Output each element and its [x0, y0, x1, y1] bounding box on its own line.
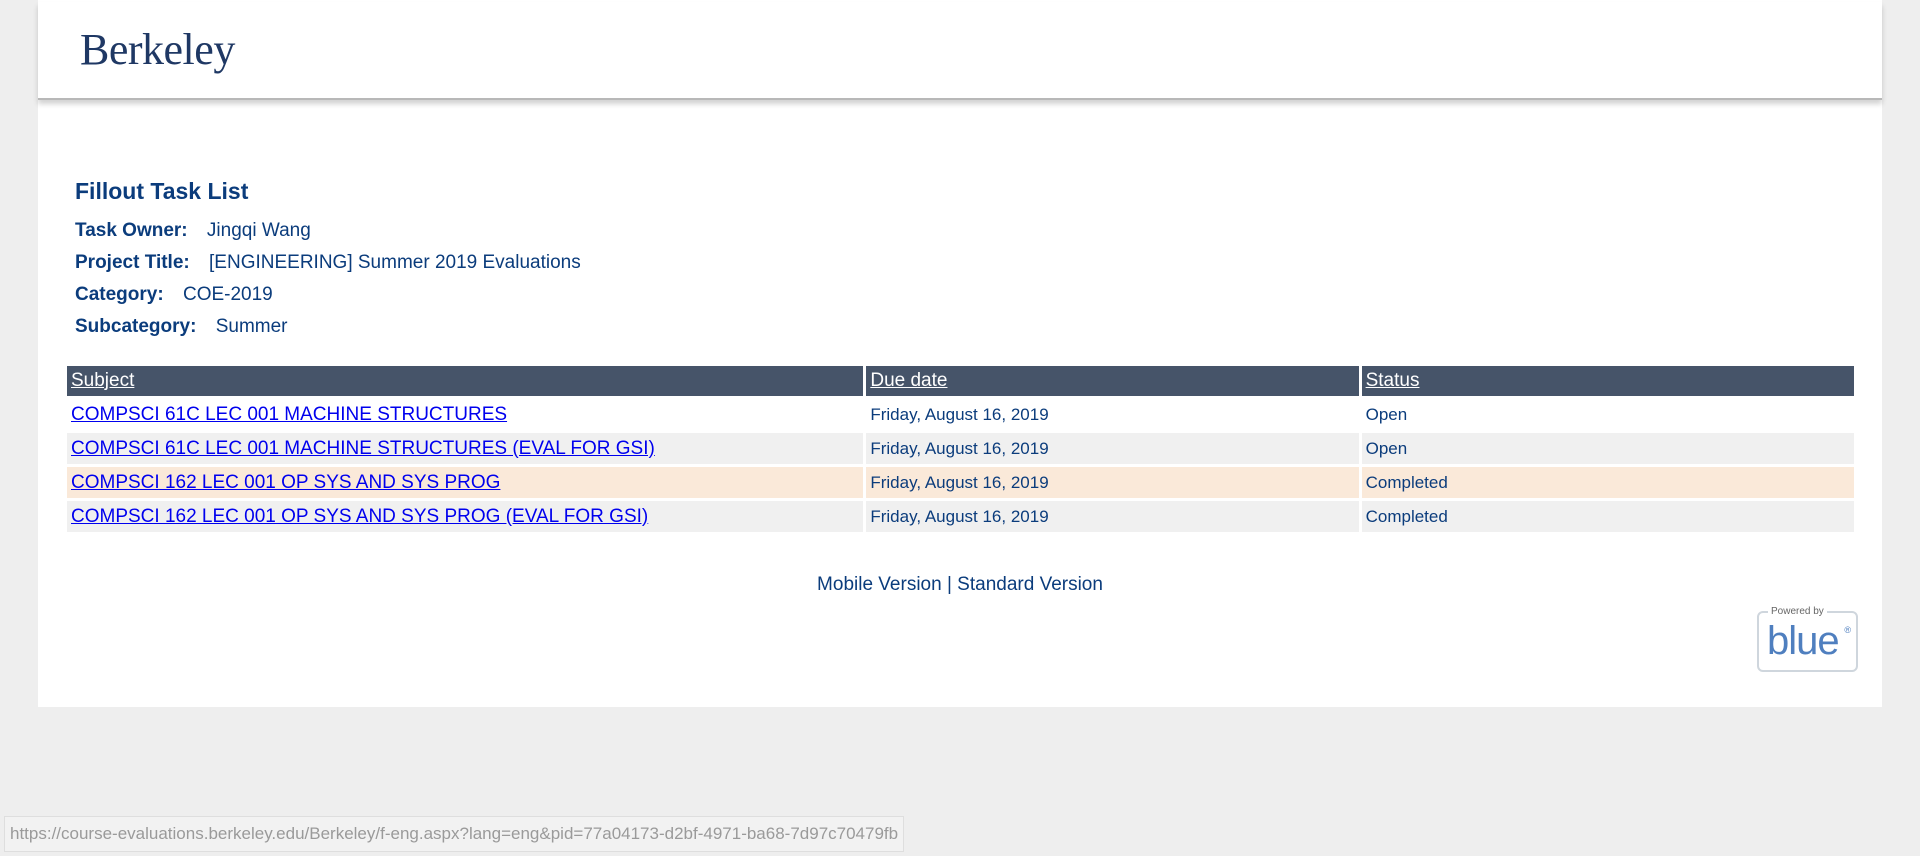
- category-row: Category: COE-2019: [75, 279, 581, 311]
- version-separator: |: [946, 574, 952, 595]
- task-owner-label: Task Owner:: [75, 220, 188, 241]
- due-date-cell: Friday, August 16, 2019: [866, 399, 1359, 430]
- mobile-version-link[interactable]: Mobile Version: [817, 574, 942, 595]
- status-cell: Open: [1361, 399, 1854, 430]
- version-links: Mobile Version | Standard Version: [38, 574, 1882, 596]
- berkeley-logo[interactable]: Berkeley: [80, 24, 235, 75]
- site-header: Berkeley: [38, 2, 1882, 100]
- due-date-cell: Friday, August 16, 2019: [866, 467, 1359, 498]
- subcategory-value: Summer: [215, 316, 288, 337]
- subject-cell: COMPSCI 61C LEC 001 MACHINE STRUCTURES: [67, 399, 864, 430]
- column-header-subject[interactable]: Subject: [67, 366, 864, 396]
- category-value: COE-2019: [182, 284, 273, 305]
- project-title-row: Project Title: [ENGINEERING] Summer 2019…: [75, 247, 581, 279]
- subject-link[interactable]: COMPSCI 162 LEC 001 OP SYS AND SYS PROG …: [71, 506, 648, 527]
- status-cell: Open: [1361, 433, 1854, 464]
- project-title-label: Project Title:: [75, 252, 190, 273]
- powered-by-label: Powered by: [1768, 606, 1827, 617]
- subcategory-label: Subcategory:: [75, 316, 197, 337]
- table-row: COMPSCI 162 LEC 001 OP SYS AND SYS PROG …: [67, 501, 1854, 532]
- subject-cell: COMPSCI 162 LEC 001 OP SYS AND SYS PROG: [67, 467, 864, 498]
- project-title-value: [ENGINEERING] Summer 2019 Evaluations: [209, 252, 581, 273]
- standard-version-link[interactable]: Standard Version: [957, 574, 1103, 595]
- blue-brand-text: blue: [1767, 619, 1840, 663]
- subcategory-row: Subcategory: Summer: [75, 311, 581, 343]
- subject-link[interactable]: COMPSCI 61C LEC 001 MACHINE STRUCTURES: [71, 404, 507, 425]
- subject-cell: COMPSCI 162 LEC 001 OP SYS AND SYS PROG …: [67, 501, 864, 532]
- due-date-cell: Friday, August 16, 2019: [866, 433, 1359, 464]
- table-header-row: Subject Due date Status: [67, 366, 1854, 396]
- table-row: COMPSCI 61C LEC 001 MACHINE STRUCTURES F…: [67, 399, 1854, 430]
- table-row: COMPSCI 162 LEC 001 OP SYS AND SYS PROG …: [67, 467, 1854, 498]
- task-owner-row: Task Owner: Jingqi Wang: [75, 215, 581, 247]
- powered-by-blue-logo: Powered by blue ®: [1757, 606, 1858, 672]
- column-header-due-date[interactable]: Due date: [866, 366, 1359, 396]
- due-date-cell: Friday, August 16, 2019: [866, 501, 1359, 532]
- column-header-status[interactable]: Status: [1361, 366, 1854, 396]
- subject-cell: COMPSCI 61C LEC 001 MACHINE STRUCTURES (…: [67, 433, 864, 464]
- status-cell: Completed: [1361, 467, 1854, 498]
- subject-link[interactable]: COMPSCI 61C LEC 001 MACHINE STRUCTURES (…: [71, 438, 655, 459]
- task-owner-value: Jingqi Wang: [206, 220, 311, 241]
- registered-mark: ®: [1844, 625, 1851, 635]
- subject-link[interactable]: COMPSCI 162 LEC 001 OP SYS AND SYS PROG: [71, 472, 500, 493]
- task-table: Subject Due date Status COMPSCI 61C LEC …: [64, 363, 1857, 535]
- page-title: Fillout Task List: [75, 178, 249, 204]
- status-cell: Completed: [1361, 501, 1854, 532]
- table-row: COMPSCI 61C LEC 001 MACHINE STRUCTURES (…: [67, 433, 1854, 464]
- page-container: Berkeley Fillout Task List Task Owner: J…: [38, 0, 1882, 707]
- browser-status-url: https://course-evaluations.berkeley.edu/…: [4, 816, 905, 852]
- category-label: Category:: [75, 284, 164, 305]
- task-info: Fillout Task List Task Owner: Jingqi Wan…: [75, 178, 581, 343]
